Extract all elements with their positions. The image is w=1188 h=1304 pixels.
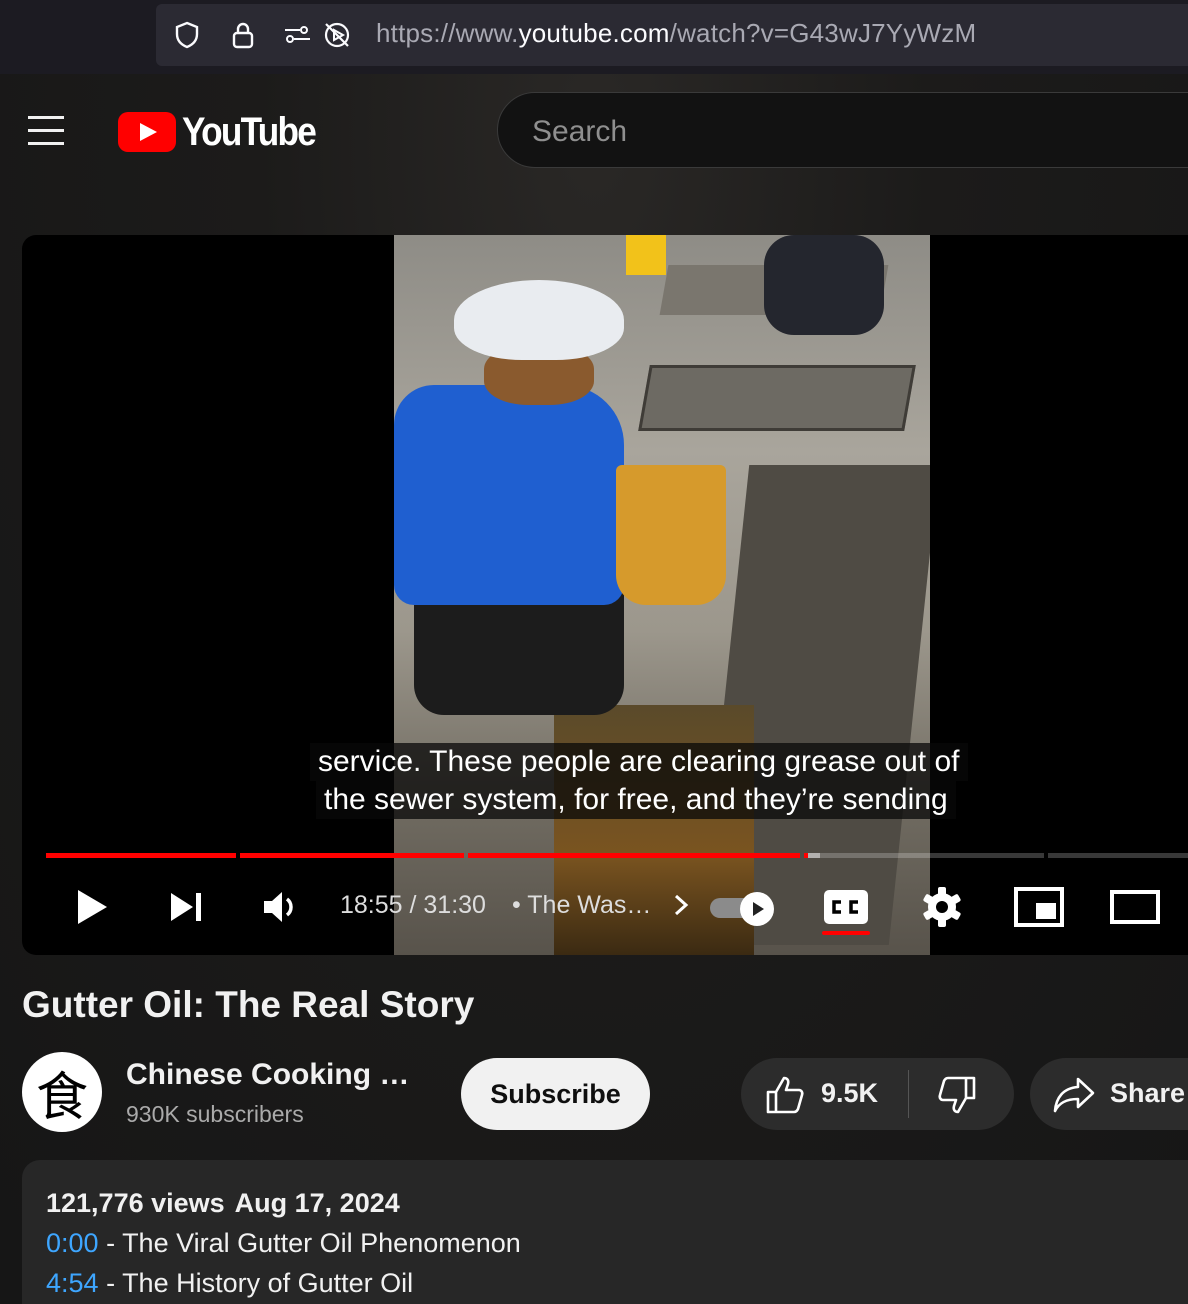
subtitles-button[interactable] [818, 881, 874, 933]
chapter-segment[interactable] [1048, 853, 1188, 858]
gear-icon [923, 887, 961, 927]
next-button[interactable] [162, 881, 210, 933]
skip-next-icon [171, 893, 201, 921]
progress-bar[interactable] [46, 853, 1188, 858]
played-fill [46, 853, 236, 858]
hamburger-menu-icon[interactable] [26, 114, 66, 148]
play-button[interactable] [68, 881, 116, 933]
video-player[interactable]: service. These people are clearing greas… [22, 235, 1188, 955]
share-button[interactable]: Share [1030, 1058, 1188, 1130]
url-host: youtube.com [518, 18, 670, 48]
chapter-segment[interactable] [804, 853, 1044, 858]
miniplayer-icon [1014, 887, 1064, 927]
theater-mode-button[interactable] [1108, 881, 1162, 933]
captions-active-indicator [822, 931, 870, 935]
upload-date: Aug 17, 2024 [234, 1188, 400, 1218]
chapter-timestamp-link[interactable]: 0:00 [46, 1228, 99, 1258]
lock-icon[interactable] [228, 20, 258, 50]
browser-toolbar: https://www.youtube.com/watch?v=G43wJ7Yy… [0, 0, 1188, 74]
autoplay-blocked-icon[interactable] [322, 20, 352, 50]
share-arrow-icon [1053, 1077, 1095, 1113]
chapter-segment[interactable] [468, 853, 800, 858]
like-count: 9.5K [821, 1078, 879, 1108]
thumbs-down-icon [938, 1076, 976, 1114]
time-display: 18:55 / 31:30 [340, 891, 486, 919]
chapter-title-button[interactable]: • The Was… [512, 891, 690, 920]
permissions-icon[interactable] [282, 20, 312, 50]
player-controls: 18:55 / 31:30 • The Was… [22, 875, 1188, 939]
mute-button[interactable] [256, 881, 304, 933]
dislike-button[interactable] [909, 1058, 1014, 1130]
chapter-title: The Was… [527, 891, 652, 919]
search-input[interactable] [530, 111, 1174, 153]
youtube-logo[interactable]: YouTube [118, 110, 333, 154]
chapter-item-title: - The Viral Gutter Oil Phenomenon [98, 1228, 521, 1258]
like-button[interactable]: 9.5K [741, 1058, 908, 1130]
chevron-right-icon [675, 894, 689, 916]
channel-name[interactable]: Chinese Cooking … [126, 1058, 409, 1092]
caption-line-1: service. These people are clearing greas… [310, 743, 968, 781]
volume-icon [264, 892, 293, 922]
chapter-segment[interactable] [240, 853, 464, 858]
page: https://www.youtube.com/watch?v=G43wJ7Yy… [0, 0, 1188, 1304]
video-title: Gutter Oil: The Real Story [22, 984, 475, 1025]
closed-captions-icon [824, 890, 868, 924]
search-box [497, 92, 1188, 168]
youtube-play-logo-icon [118, 112, 176, 152]
miniplayer-button[interactable] [1012, 881, 1066, 933]
autoplay-play-icon [740, 892, 774, 926]
shield-icon[interactable] [172, 20, 202, 50]
autoplay-toggle[interactable] [710, 892, 774, 926]
logo-text: YouTube [182, 109, 317, 154]
channel-avatar[interactable]: 食 [22, 1052, 102, 1132]
masthead: YouTube [0, 74, 1188, 194]
avatar-glyph: 食 [35, 1067, 88, 1128]
chapter-item: 4:54 - The History of Gutter Oil [46, 1268, 413, 1299]
view-count: 121,776 views [46, 1188, 225, 1218]
video-frame[interactable] [394, 235, 930, 955]
view-date-line: 121,776 views Aug 17, 2024 [46, 1188, 400, 1219]
url-text[interactable]: https://www.youtube.com/watch?v=G43wJ7Yy… [376, 18, 976, 49]
chapter-separator: • [512, 891, 521, 919]
captions: service. These people are clearing greas… [310, 743, 1050, 819]
caption-line-2: the sewer system, for free, and they’re … [316, 781, 956, 819]
subscribe-button[interactable]: Subscribe [461, 1058, 650, 1130]
description-box[interactable]: 121,776 views Aug 17, 2024 0:00 - The Vir… [22, 1160, 1188, 1304]
thumbs-up-icon [766, 1076, 804, 1114]
share-label: Share [1110, 1078, 1186, 1108]
url-path: /watch?v=G43wJ7YyWzM [669, 18, 977, 48]
subscriber-count: 930K subscribers [126, 1101, 304, 1127]
url-prefix: https://www. [376, 18, 519, 48]
settings-button[interactable] [918, 881, 966, 933]
chapter-item: 0:00 - The Viral Gutter Oil Phenomenon [46, 1228, 521, 1259]
played-fill [468, 853, 800, 858]
played-fill [804, 853, 809, 858]
chapter-segment[interactable] [46, 853, 236, 858]
theater-mode-icon [1110, 890, 1160, 924]
chapter-timestamp-link[interactable]: 4:54 [46, 1268, 99, 1298]
played-fill [240, 853, 464, 858]
like-dislike-group: 9.5K [741, 1058, 1014, 1130]
chapter-item-title: - The History of Gutter Oil [98, 1268, 414, 1298]
play-icon [78, 890, 107, 924]
